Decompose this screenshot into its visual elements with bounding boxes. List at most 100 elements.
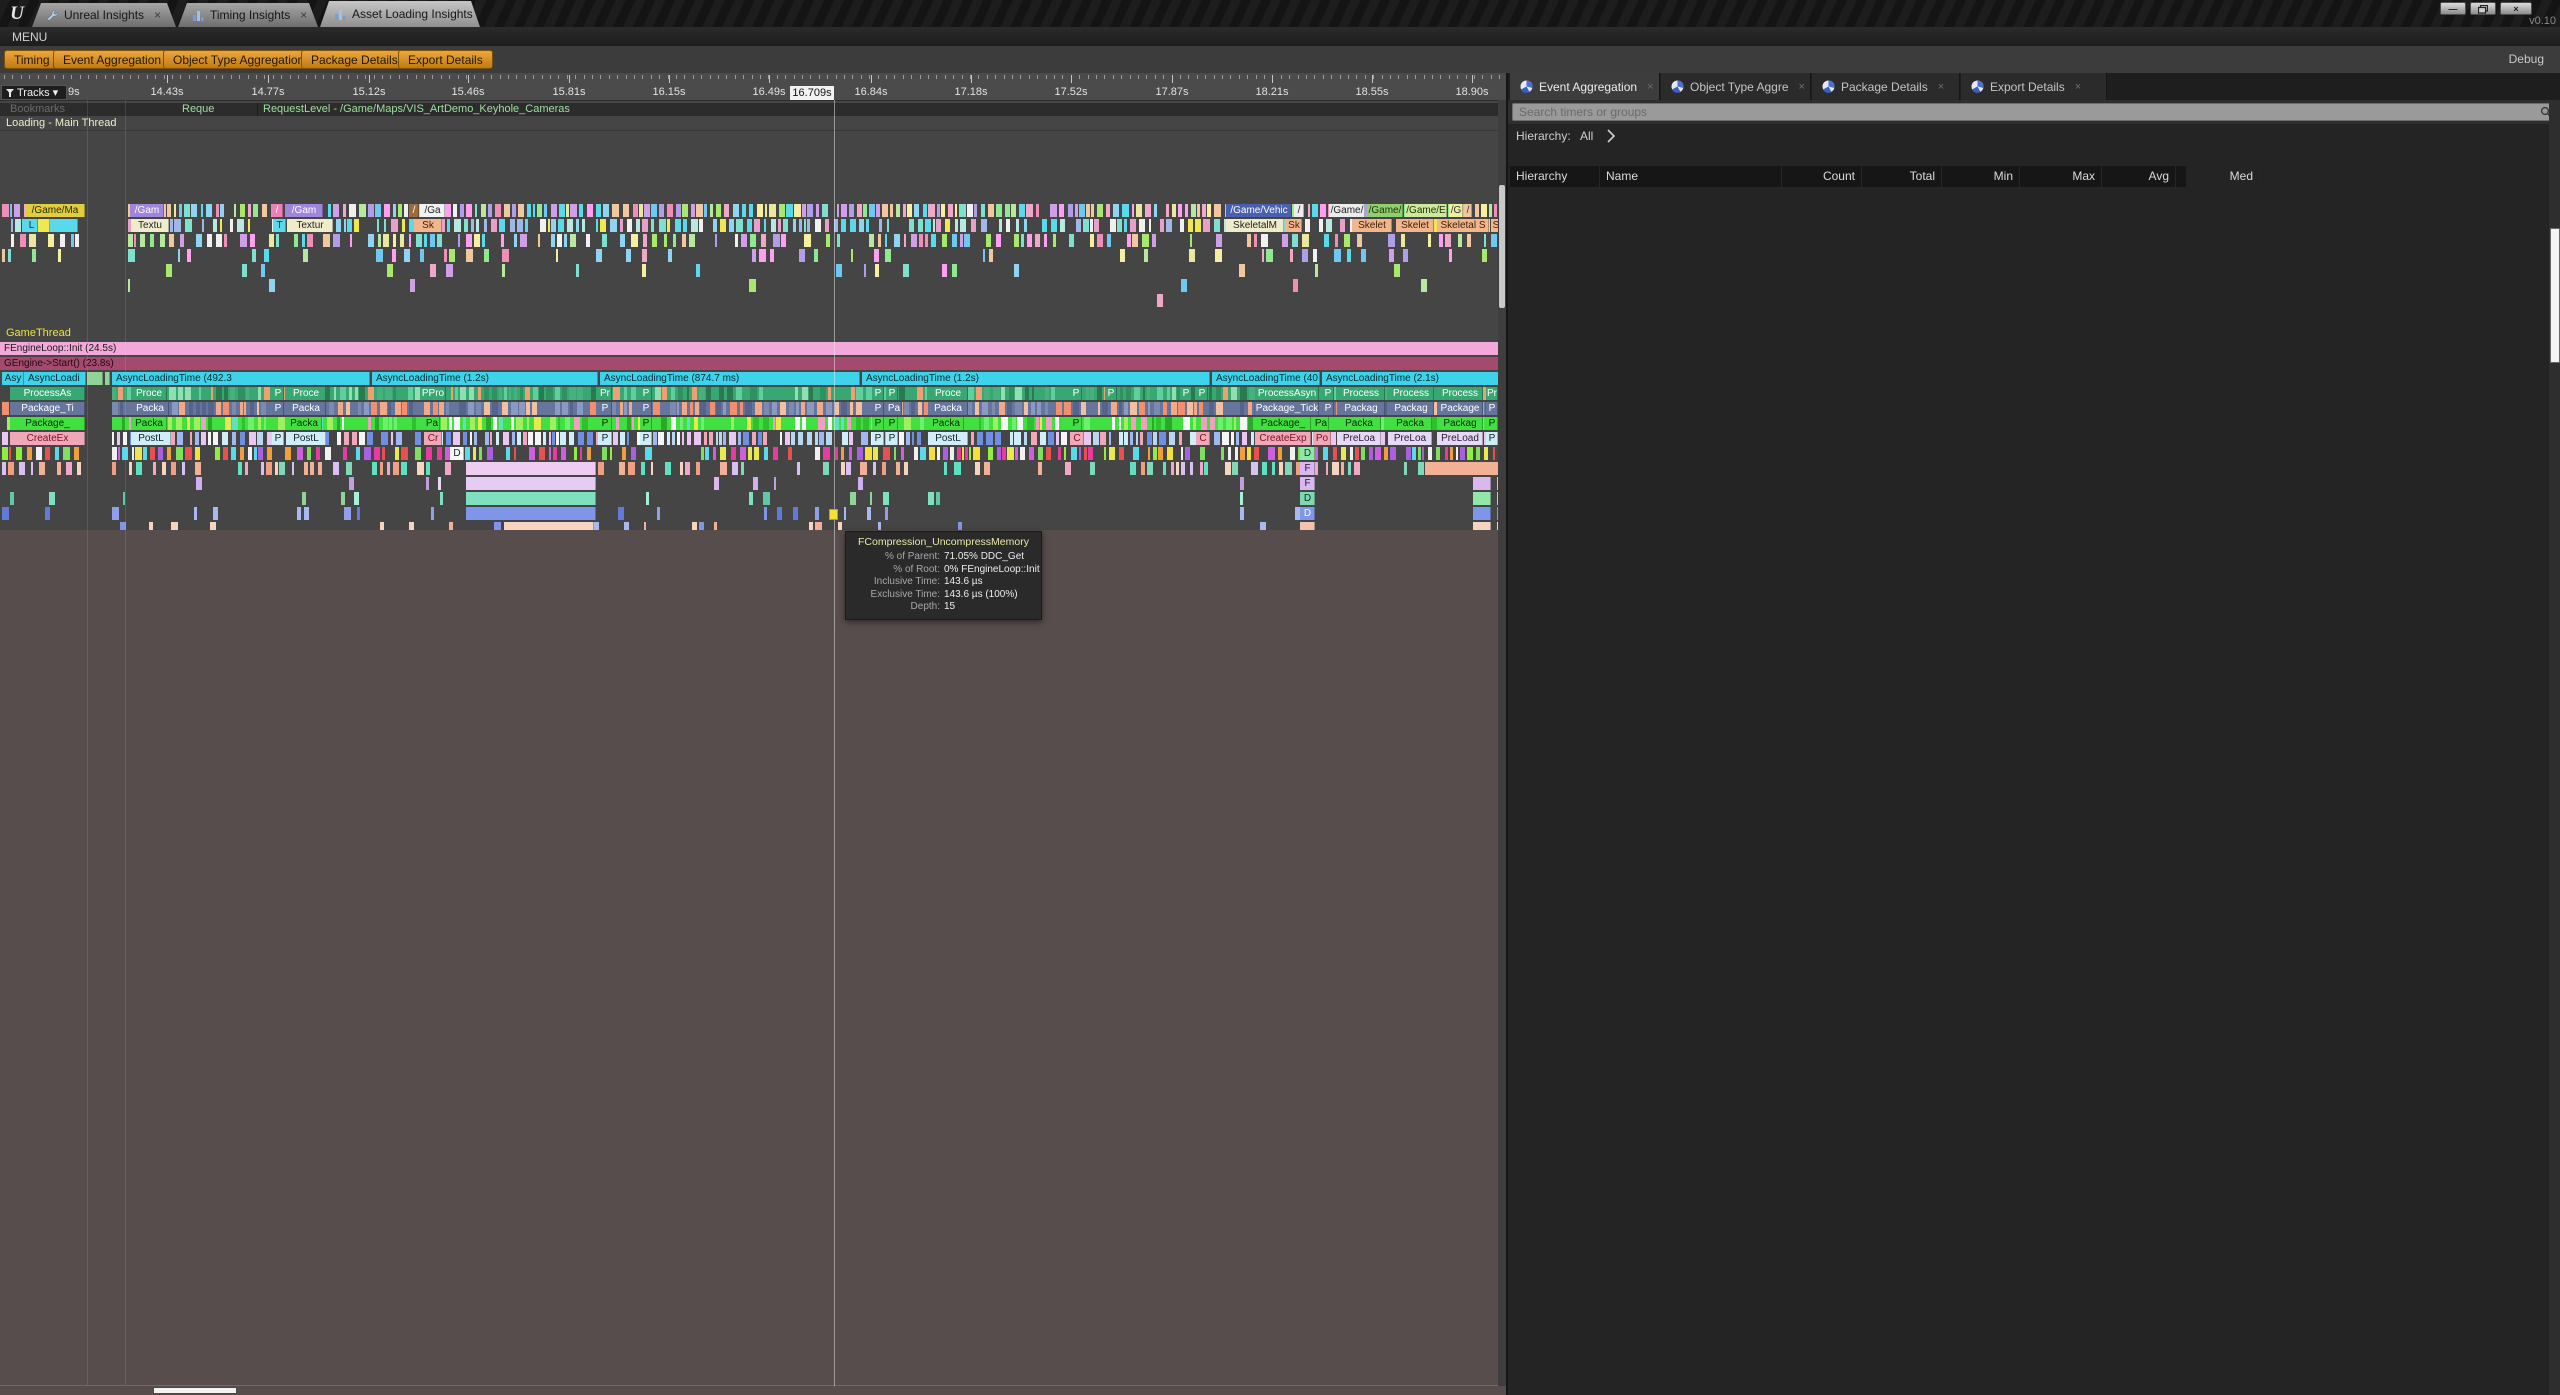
column-header-avg[interactable]: Avg (2102, 166, 2176, 187)
hovered-event-highlight[interactable] (829, 509, 838, 520)
flame-segment[interactable]: P (1486, 417, 1498, 430)
flame-segment[interactable]: /Gam (285, 204, 323, 217)
flame-segment[interactable]: Pr (598, 387, 612, 400)
flame-block[interactable] (87, 372, 103, 385)
aggregation-table-header[interactable]: Hierarchy Name Count Total Min Max Avg M… (1510, 166, 2186, 187)
flame-block[interactable] (466, 507, 596, 520)
flame-segment[interactable]: P (598, 417, 612, 430)
window-tab-asset-loading-insights[interactable]: Asset Loading Insights × (320, 1, 480, 27)
vertical-scrollbar-thumb[interactable] (1499, 185, 1505, 308)
flame-segment[interactable]: P (872, 387, 884, 400)
object-type-aggregation-button[interactable]: Object Type Aggregation (163, 50, 314, 69)
flame-block[interactable] (466, 462, 596, 475)
flame-block[interactable] (466, 492, 596, 505)
column-header-max[interactable]: Max (2020, 166, 2102, 187)
flame-segment[interactable]: Proce (928, 387, 968, 400)
tracks-dropdown-button[interactable]: Tracks ▾ (1, 85, 67, 100)
flame-segment[interactable]: Textur (287, 219, 333, 232)
flame-segment[interactable]: / (1294, 204, 1304, 217)
flame-segment[interactable]: P (1070, 417, 1082, 430)
panel-vertical-scrollbar[interactable] (2549, 100, 2560, 1395)
event-aggregation-button[interactable]: Event Aggregation (53, 50, 171, 69)
flame-segment[interactable]: /Game/E (1405, 204, 1447, 217)
flame-segment[interactable]: P (598, 432, 612, 445)
flame-segment[interactable]: Packa (1388, 417, 1432, 430)
panel-vertical-scrollbar-thumb[interactable] (2550, 228, 2560, 363)
flame-segment[interactable]: D (1300, 507, 1315, 520)
flame-segment[interactable]: Pa (886, 402, 902, 415)
flame-segment[interactable]: P (1322, 387, 1334, 400)
export-details-button[interactable]: Export Details (398, 50, 493, 69)
flame-segment[interactable]: P (872, 402, 884, 415)
flame-segment[interactable]: Process (1437, 387, 1483, 400)
flame-segment[interactable]: Packag (1388, 402, 1434, 415)
flame-segment[interactable]: Packa (928, 417, 964, 430)
vertical-scrollbar[interactable] (1498, 100, 1506, 1386)
flame-segment[interactable]: Package_ (1255, 417, 1311, 430)
package-details-button[interactable]: Package Details (301, 50, 408, 69)
flame-segment[interactable]: Packa (131, 417, 167, 430)
search-input[interactable] (1512, 103, 2552, 121)
flame-segment[interactable]: /Game/ (1329, 204, 1365, 217)
flame-segment[interactable]: PostL (928, 432, 968, 445)
flame-segment[interactable]: /Game/ (1367, 204, 1403, 217)
flame-segment[interactable]: P (640, 417, 652, 430)
flame-block[interactable] (105, 372, 110, 385)
flame-segment[interactable]: Process (1388, 387, 1434, 400)
column-header-med[interactable]: Med (2176, 166, 2260, 187)
flame-segment[interactable]: P (1486, 402, 1498, 415)
flame-segment[interactable]: Package (1437, 402, 1483, 415)
flame-segment[interactable]: /Gam (130, 204, 164, 217)
flame-block[interactable] (1425, 462, 1503, 475)
flame-segment[interactable]: D (1300, 492, 1315, 505)
flame-block[interactable] (1473, 507, 1491, 520)
flame-segment[interactable]: P (272, 402, 284, 415)
flame-segment[interactable]: PreLoa (1388, 432, 1432, 445)
flame-segment[interactable]: PostL (131, 432, 171, 445)
flame-segment[interactable]: PreLoad (1437, 432, 1483, 445)
menu-button[interactable]: MENU (12, 30, 47, 44)
flame-segment[interactable]: F (1300, 462, 1315, 475)
tab-package-details[interactable]: Package Details × (1812, 73, 1960, 100)
minimize-button[interactable]: — (2440, 2, 2466, 15)
time-ruler[interactable]: 9s 14.43s14.77s15.12s15.46s15.81s16.15s1… (0, 73, 1506, 101)
flame-segment[interactable]: PostL (286, 432, 326, 445)
flame-segment[interactable]: P (1105, 387, 1117, 400)
flame-segment[interactable]: Packag (1337, 402, 1385, 415)
flame-segment[interactable]: /G (1449, 204, 1463, 217)
flame-segment[interactable]: Pr (1486, 387, 1498, 400)
flame-segment[interactable]: / (1464, 204, 1472, 217)
flame-segment[interactable]: P (1180, 387, 1192, 400)
flame-segment[interactable]: Packa (286, 417, 322, 430)
flame-segment[interactable]: Packa (928, 402, 968, 415)
flame-segment[interactable]: P (272, 387, 284, 400)
close-window-button[interactable]: × (2500, 2, 2532, 15)
close-icon[interactable]: × (2075, 81, 2081, 93)
flame-segment[interactable]: /Game/Ma (25, 204, 85, 217)
flame-block[interactable] (1473, 492, 1491, 505)
loading-thread-header[interactable]: Loading - Main Thread (0, 117, 1506, 131)
flame-segment[interactable]: AsyncLoadingTime (1.2s) (372, 372, 598, 385)
flame-segment[interactable]: Proce (286, 387, 326, 400)
flame-segment[interactable]: P (272, 432, 284, 445)
flame-segment[interactable]: / (409, 204, 419, 217)
flame-segment[interactable]: P (1196, 387, 1208, 400)
flame-segment[interactable]: Cr (424, 432, 442, 445)
flame-segment[interactable]: P (886, 417, 898, 430)
timing-button[interactable]: Timing (4, 50, 60, 69)
flame-segment[interactable]: AsyncLoadingTime (2.1s) (1322, 372, 1506, 385)
close-icon[interactable]: × (300, 8, 307, 22)
flame-segment[interactable]: Package_Tick (1255, 402, 1319, 415)
flame-segment[interactable]: AsyncLoadingTime (492.3 (112, 372, 370, 385)
flame-segment[interactable]: AsyncLoadingTime (1.2s) (862, 372, 1210, 385)
close-icon[interactable]: × (1647, 81, 1653, 93)
flame-block[interactable] (466, 477, 596, 490)
flame-segment[interactable]: D (450, 447, 464, 460)
flame-segment[interactable]: P (640, 387, 652, 400)
tab-export-details[interactable]: Export Details × (1961, 73, 2107, 100)
flame-block[interactable] (1473, 477, 1491, 490)
flame-segment[interactable]: Skelet (1352, 219, 1392, 232)
timing-graph-pane[interactable]: 9s 14.43s14.77s15.12s15.46s15.81s16.15s1… (0, 73, 1506, 1395)
column-header-name[interactable]: Name (1600, 166, 1782, 187)
flame-segment[interactable]: ProcessAsyn (1255, 387, 1319, 400)
